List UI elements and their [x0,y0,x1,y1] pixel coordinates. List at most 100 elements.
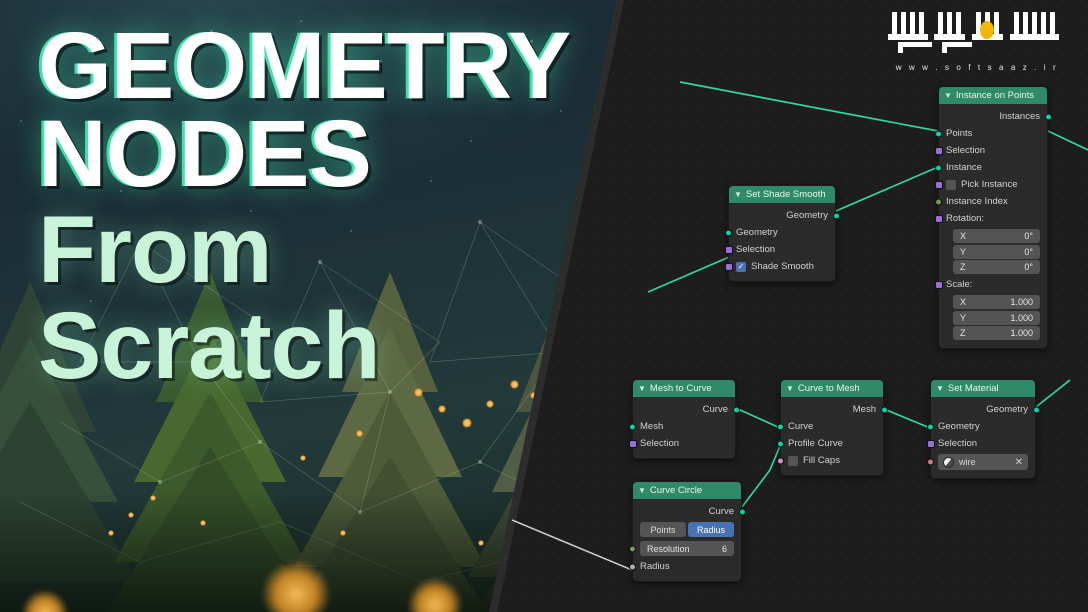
node-output-row[interactable]: Instances [939,108,1052,125]
node-input-row[interactable]: Geometry [926,418,1035,435]
scale-y-field[interactable]: Y 1.000 [953,310,1040,325]
chevron-down-icon[interactable]: ▼ [936,384,944,393]
node-header[interactable]: ▼ Instance on Points [939,87,1047,104]
node-header[interactable]: ▼ Curve Circle [633,482,741,499]
tab-radius[interactable]: Radius [688,522,734,537]
pick-instance-checkbox[interactable]: ✓ [946,179,956,190]
socket-instance-index-input[interactable] [934,198,942,205]
socket-selection-input[interactable] [935,146,943,155]
socket-instances-output[interactable] [1044,113,1052,120]
socket-curve-output[interactable] [732,406,740,413]
socket-geometry-input[interactable] [926,423,934,430]
node-header[interactable]: ▼ Curve to Mesh [781,380,883,397]
output-label: Instances [999,111,1040,122]
node-input-row[interactable]: ✓ Pick Instance [935,176,1047,193]
socket-selection-input[interactable] [629,439,637,448]
socket-material-input[interactable] [926,458,934,466]
node-input-row[interactable]: Scale: [935,276,1047,293]
input-label: Instance [946,162,982,173]
close-icon[interactable]: ✕ [1015,457,1023,468]
socket-curve-output[interactable] [738,508,746,515]
socket-instance-input[interactable] [934,164,942,171]
chevron-down-icon[interactable]: ▼ [638,486,646,495]
node-input-row[interactable]: Selection [927,435,1035,452]
socket-pick-instance-input[interactable] [935,180,943,189]
scale-x-field[interactable]: X 1.000 [953,295,1040,309]
socket-geometry-input[interactable] [724,229,732,236]
input-label: Selection [946,145,986,156]
socket-profile-curve-input[interactable] [776,440,784,447]
rotation-x-field[interactable]: X 0° [953,229,1040,243]
material-selector[interactable]: wire ✕ [938,454,1028,470]
resolution-field[interactable]: Resolution 6 [640,541,734,556]
socket-mesh-input[interactable] [628,423,636,430]
node-title: Instance on Points [955,90,1035,101]
axis-label: X [960,297,967,307]
scale-vector-fields[interactable]: X 1.000 Y 1.000 Z 1.000 [953,295,1040,340]
fill-caps-checkbox[interactable]: ✓ [788,455,798,466]
socket-scale-input[interactable] [935,280,943,289]
node-set-material[interactable]: ▼ Set Material Geometry Geometry Selecti… [926,379,1040,479]
title-block: GEOMETRY NODES From Scratch [38,13,658,393]
shade-smooth-checkbox[interactable]: ✓ [736,261,746,272]
input-label: Rotation: [946,213,985,224]
field-value: 6 [721,543,727,554]
rotation-y-field[interactable]: Y 0° [953,244,1040,259]
socket-points-input[interactable] [934,130,942,137]
node-input-row[interactable]: Profile Curve [776,435,883,452]
node-output-row[interactable]: Geometry [931,401,1040,418]
node-input-row[interactable]: Mesh [628,418,735,435]
socket-resolution-input[interactable] [628,545,636,552]
socket-geometry-output[interactable] [1032,406,1040,413]
socket-shade-smooth-input[interactable] [725,262,733,271]
input-label: Scale: [946,279,973,290]
socket-rotation-input[interactable] [935,214,943,223]
node-input-row[interactable]: Geometry [724,224,835,241]
node-input-row[interactable]: Selection [629,435,735,452]
node-output-row[interactable]: Curve [633,503,746,520]
node-input-row[interactable]: wire ✕ [926,452,1035,472]
scale-z-field[interactable]: Z 1.000 [953,326,1040,340]
node-input-row[interactable]: Points [934,125,1047,142]
title-line-1: GEOMETRY [38,13,571,119]
input-label: Mesh [640,421,664,432]
rotation-vector-fields[interactable]: X 0° Y 0° Z 0° [953,229,1040,274]
socket-curve-input[interactable] [776,423,784,430]
rotation-z-field[interactable]: Z 0° [953,260,1040,274]
axis-value: 0° [1024,231,1033,241]
input-label: Geometry [736,227,778,238]
node-set-shade-smooth[interactable]: ▼ Set Shade Smooth Geometry Geometry Sel… [724,185,840,282]
input-label: Selection [938,438,978,449]
axis-value: 1.000 [1010,328,1033,338]
socket-geometry-output[interactable] [832,212,840,219]
chevron-down-icon[interactable]: ▼ [786,384,794,393]
node-output-row[interactable]: Curve [633,401,740,418]
node-input-row[interactable]: Curve [776,418,883,435]
brand-logo[interactable]: w w w . s o f t s a a z . i r [882,8,1072,72]
node-curve-to-mesh[interactable]: ▼ Curve to Mesh Mesh Curve Profile Curve… [776,379,888,476]
socket-selection-input[interactable] [725,245,733,254]
node-input-row[interactable]: Rotation: [935,210,1047,227]
node-input-row[interactable]: ✓ Shade Smooth [725,258,835,275]
node-input-row[interactable]: Selection [935,142,1047,159]
node-input-row[interactable]: Instance Index [934,193,1047,210]
node-curve-circle[interactable]: ▼ Curve Circle Curve Points Radius Resol… [628,481,746,582]
tab-points[interactable]: Points [640,522,686,537]
node-output-row[interactable]: Geometry [729,207,840,224]
node-input-row[interactable]: Selection [725,241,835,258]
node-instance-on-points[interactable]: ▼ Instance on Points Instances Points Se… [934,86,1052,349]
node-header[interactable]: ▼ Set Material [931,380,1035,397]
node-input-row[interactable]: Radius [628,558,741,575]
node-output-row[interactable]: Mesh [781,401,888,418]
curve-circle-mode-tabs[interactable]: Points Radius [640,522,734,537]
node-input-row[interactable]: Resolution 6 [628,539,741,558]
node-input-row[interactable]: ✓ Fill Caps [776,452,883,469]
chevron-down-icon[interactable]: ▼ [734,190,742,199]
socket-selection-input[interactable] [927,439,935,448]
node-input-row[interactable]: Instance [934,159,1047,176]
node-header[interactable]: ▼ Set Shade Smooth [729,186,835,203]
chevron-down-icon[interactable]: ▼ [944,91,952,100]
socket-fill-caps-input[interactable] [776,457,784,464]
socket-radius-input[interactable] [628,563,636,570]
socket-mesh-output[interactable] [880,406,888,413]
